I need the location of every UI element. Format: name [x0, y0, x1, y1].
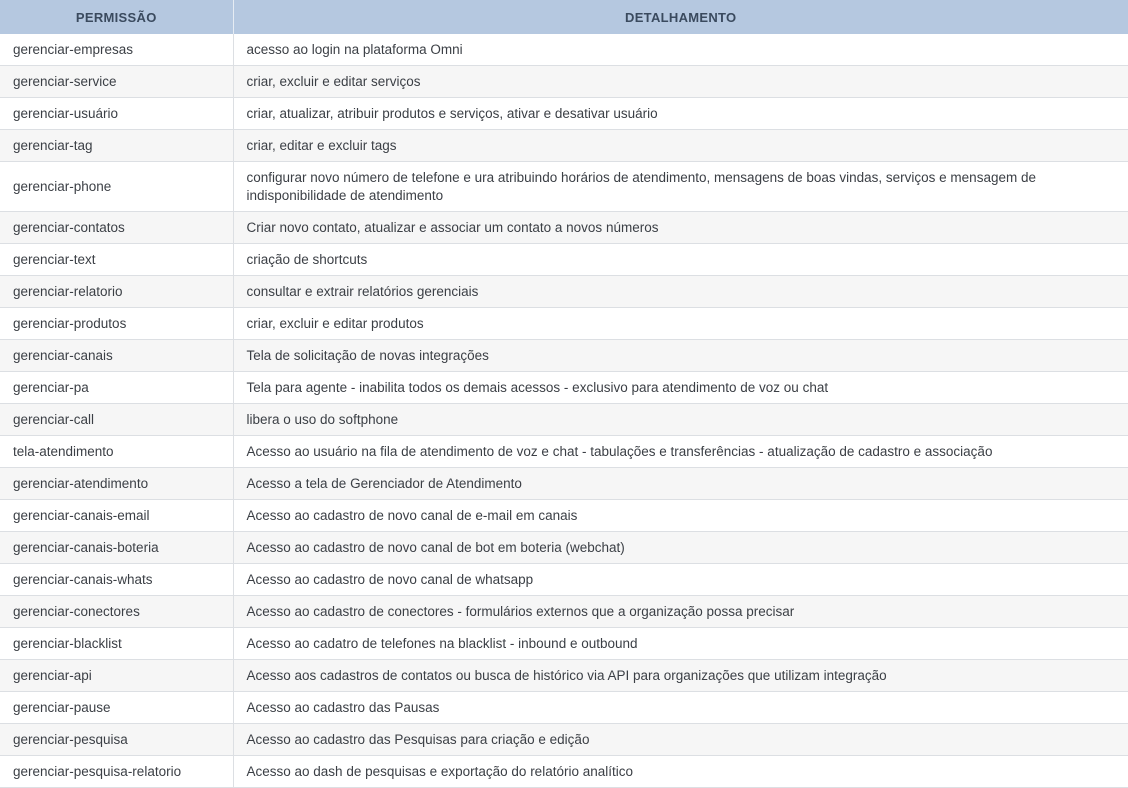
- table-row: gerenciar-call libera o uso do softphone: [0, 403, 1128, 436]
- permission-cell: gerenciar-pa: [0, 371, 234, 404]
- detail-cell: Tela de solicitação de novas integrações: [233, 339, 1128, 372]
- permission-cell: gerenciar-canais: [0, 339, 234, 372]
- permission-cell: gerenciar-canais-whats: [0, 563, 234, 596]
- permission-cell: gerenciar-canais-boteria: [0, 531, 234, 564]
- table-row: gerenciar-blacklist Acesso ao cadatro de …: [0, 627, 1128, 660]
- permission-cell: gerenciar-pesquisa: [0, 723, 234, 756]
- permission-cell: gerenciar-contatos: [0, 211, 234, 244]
- permission-cell: gerenciar-pesquisa-relatorio: [0, 755, 234, 788]
- table-row: gerenciar-api Acesso aos cadastros de con…: [0, 659, 1128, 692]
- table-row: gerenciar-canais Tela de solicitação de n…: [0, 339, 1128, 372]
- table-row: gerenciar-text criação de shortcuts: [0, 243, 1128, 276]
- permission-cell: gerenciar-conectores: [0, 595, 234, 628]
- table-row: gerenciar-pause Acesso ao cadastro das Pa…: [0, 691, 1128, 724]
- permission-cell: gerenciar-blacklist: [0, 627, 234, 660]
- header-row: PERMISSÃO DETALHAMENTO: [0, 0, 1128, 34]
- detail-cell: criação de shortcuts: [233, 243, 1128, 276]
- detail-cell: Criar novo contato, atualizar e associar…: [233, 211, 1128, 244]
- table-row: gerenciar-canais-boteria Acesso ao cadast…: [0, 531, 1128, 564]
- detail-cell: Acesso ao cadastro de conectores - formu…: [233, 595, 1128, 628]
- detail-cell: Acesso ao cadastro de novo canal de bot …: [233, 531, 1128, 564]
- table-row: gerenciar-contatos Criar novo contato, at…: [0, 211, 1128, 244]
- detail-cell: consultar e extrair relatórios gerenciai…: [233, 275, 1128, 308]
- detail-cell: criar, excluir e editar produtos: [233, 307, 1128, 340]
- detail-cell: Acesso ao cadastro de novo canal de e-ma…: [233, 499, 1128, 532]
- detail-cell: configurar novo número de telefone e ura…: [233, 161, 1128, 212]
- detail-cell: Acesso ao cadatro de telefones na blackl…: [233, 627, 1128, 660]
- detail-cell: acesso ao login na plataforma Omni: [233, 34, 1128, 66]
- detail-cell: Acesso a tela de Gerenciador de Atendime…: [233, 467, 1128, 500]
- detail-cell: criar, excluir e editar serviços: [233, 65, 1128, 98]
- permission-cell: gerenciar-empresas: [0, 34, 234, 66]
- detail-cell: Acesso ao cadastro de novo canal de what…: [233, 563, 1128, 596]
- table-row: gerenciar-empresas acesso ao login na pla…: [0, 34, 1128, 66]
- permission-cell: gerenciar-atendimento: [0, 467, 234, 500]
- detail-cell: Acesso ao cadastro das Pausas: [233, 691, 1128, 724]
- table-row: gerenciar-canais-email Acesso ao cadastro…: [0, 499, 1128, 532]
- detail-cell: libera o uso do softphone: [233, 403, 1128, 436]
- table-row: gerenciar-canais-whats Acesso ao cadastro…: [0, 563, 1128, 596]
- column-header-permission: PERMISSÃO: [0, 0, 234, 34]
- detail-cell: Tela para agente - inabilita todos os de…: [233, 371, 1128, 404]
- permission-cell: gerenciar-phone: [0, 161, 234, 212]
- table-row: gerenciar-pesquisa Acesso ao cadastro das…: [0, 723, 1128, 756]
- permissions-table: PERMISSÃO DETALHAMENTO gerenciar-empresa…: [0, 0, 1128, 788]
- table-row: gerenciar-tag criar, editar e excluir tag…: [0, 129, 1128, 162]
- permission-cell: gerenciar-canais-email: [0, 499, 234, 532]
- detail-cell: Acesso ao usuário na fila de atendimento…: [233, 435, 1128, 468]
- table-row: gerenciar-relatorio consultar e extrair r…: [0, 275, 1128, 308]
- permission-cell: gerenciar-call: [0, 403, 234, 436]
- column-header-detail: DETALHAMENTO: [233, 0, 1128, 34]
- table-row: gerenciar-service criar, excluir e editar…: [0, 65, 1128, 98]
- permission-cell: gerenciar-relatorio: [0, 275, 234, 308]
- permission-cell: gerenciar-pause: [0, 691, 234, 724]
- table-row: gerenciar-pa Tela para agente - inabilita…: [0, 371, 1128, 404]
- permission-cell: gerenciar-service: [0, 65, 234, 98]
- table-row: gerenciar-phone configurar novo número de…: [0, 161, 1128, 212]
- table-header: PERMISSÃO DETALHAMENTO: [0, 0, 1128, 34]
- detail-cell: Acesso aos cadastros de contatos ou busc…: [233, 659, 1128, 692]
- permission-cell: tela-atendimento: [0, 435, 234, 468]
- detail-cell: Acesso ao cadastro das Pesquisas para cr…: [233, 723, 1128, 756]
- detail-cell: criar, atualizar, atribuir produtos e se…: [233, 97, 1128, 130]
- permissions-table-container: PERMISSÃO DETALHAMENTO gerenciar-empresa…: [0, 0, 1128, 788]
- table-row: gerenciar-usuário criar, atualizar, atrib…: [0, 97, 1128, 130]
- permission-cell: gerenciar-api: [0, 659, 234, 692]
- table-row: gerenciar-conectores Acesso ao cadastro d…: [0, 595, 1128, 628]
- permission-cell: gerenciar-text: [0, 243, 234, 276]
- table-row: gerenciar-produtos criar, excluir e edita…: [0, 307, 1128, 340]
- table-row: gerenciar-pesquisa-relatorio Acesso ao da…: [0, 755, 1128, 788]
- permission-cell: gerenciar-tag: [0, 129, 234, 162]
- table-row: tela-atendimento Acesso ao usuário na fil…: [0, 435, 1128, 468]
- detail-cell: criar, editar e excluir tags: [233, 129, 1128, 162]
- table-body: gerenciar-empresas acesso ao login na pla…: [0, 34, 1128, 788]
- permission-cell: gerenciar-produtos: [0, 307, 234, 340]
- table-row: gerenciar-atendimento Acesso a tela de Ge…: [0, 467, 1128, 500]
- detail-cell: Acesso ao dash de pesquisas e exportação…: [233, 755, 1128, 788]
- permission-cell: gerenciar-usuário: [0, 97, 234, 130]
